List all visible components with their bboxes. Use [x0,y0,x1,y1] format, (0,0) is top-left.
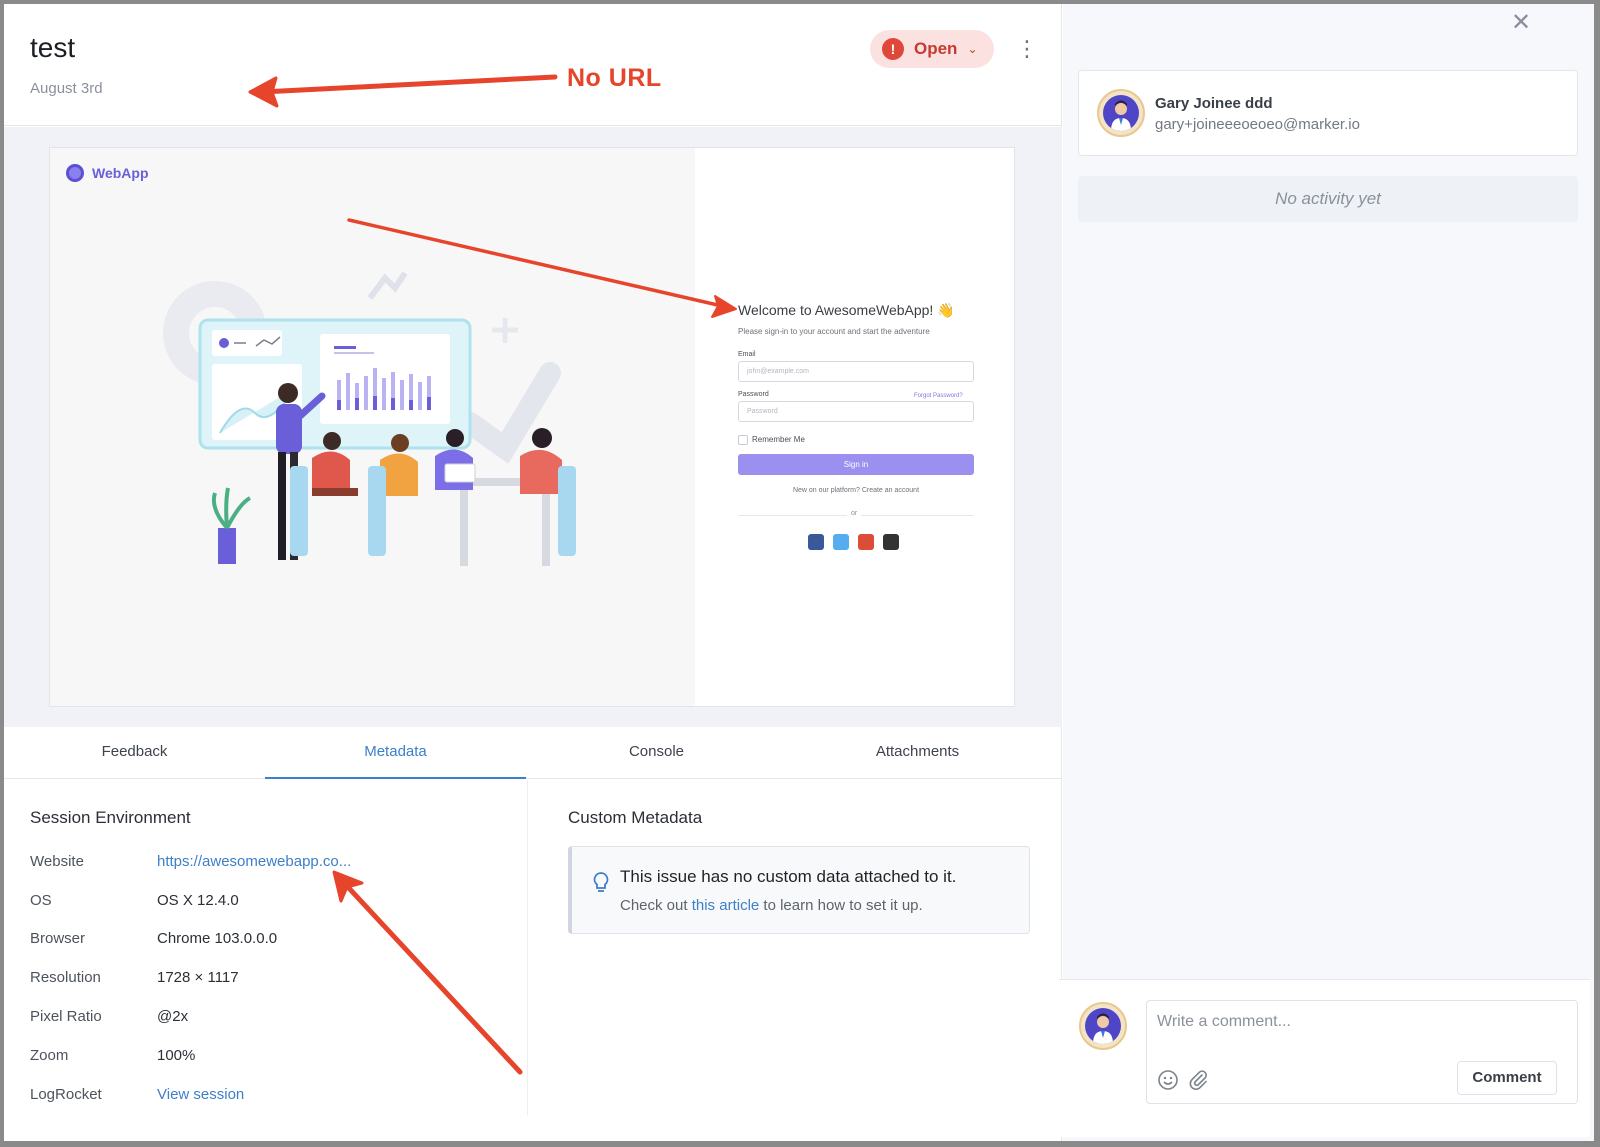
close-icon[interactable]: ✕ [1509,11,1533,36]
issue-header: test August 3rd ! Open ⌄ ⋮ No URL [4,4,1062,126]
meta-key: Zoom [30,1047,69,1064]
screenshot-create-account: New on our platform? Create an account [792,487,920,494]
avatar-image [1085,1008,1121,1044]
tab-console[interactable]: Console [526,727,787,779]
activity-sidebar [1063,4,1594,1141]
help-article-link[interactable]: this article [692,897,760,914]
view-session-link[interactable]: View session [157,1086,244,1103]
custom-metadata-heading: Custom Metadata [568,808,703,827]
screenshot-remember-label: Remember Me [752,435,805,444]
meta-value: 100% [157,1047,196,1064]
screenshot-signin-button: Sign in [738,454,974,475]
comment-input[interactable]: Write a comment... Comment [1146,1000,1578,1104]
reporter-email: gary+joineeeoeoeo@marker.io [1155,116,1360,133]
issue-tabs: Feedback Metadata Console Attachments [4,727,1062,779]
screenshot-or-label: or [847,510,862,517]
screenshot-illustration-panel: WebApp [50,148,695,706]
custom-metadata-message: This issue has no custom data attached t… [620,867,957,886]
meta-row-website: Website https://awesomewebapp.co... [30,853,510,873]
team-illustration [163,271,576,566]
screenshot-mail-icon [858,534,874,550]
screenshot-remember-checkbox [738,435,748,445]
no-activity-message: No activity yet [1078,176,1578,222]
avatar [1097,89,1145,137]
meta-value: Chrome 103.0.0.0 [157,930,278,947]
meta-key: OS [30,892,52,909]
help-prefix: Check out [620,897,692,914]
status-label: Open [914,39,958,58]
metadata-panel: Session Environment Website https://awes… [4,780,1062,1141]
screenshot-welcome-subtitle: Please sign-in to your account and start… [738,327,930,336]
meta-row-os: OS OS X 12.4.0 [30,892,510,912]
session-environment: Session Environment Website https://awes… [30,780,528,1115]
issue-date: August 3rd [30,80,103,97]
tab-feedback[interactable]: Feedback [4,727,265,779]
screenshot-twitter-icon [833,534,849,550]
annotation-label: No URL [567,64,662,92]
comment-button[interactable]: Comment [1457,1061,1557,1095]
meta-key: Browser [30,930,86,947]
emoji-icon[interactable] [1157,1069,1179,1091]
meta-key: Resolution [30,969,101,986]
custom-metadata-help: Check out this article to learn how to s… [620,897,923,914]
meta-row-resolution: Resolution 1728 × 1117 [30,969,510,989]
tab-attachments[interactable]: Attachments [787,727,1048,779]
person-icon [1093,1013,1113,1044]
meta-row-zoom: Zoom 100% [30,1047,510,1067]
screenshot-password-input: Password [738,401,974,422]
meta-row-browser: Browser Chrome 103.0.0.0 [30,930,510,950]
meta-row-logrocket: LogRocket View session [30,1086,510,1106]
lightbulb-icon [593,872,609,892]
reporter-card: Gary Joinee ddd gary+joineeeoeoeo@marker… [1078,70,1578,156]
meta-value: 1728 × 1117 [157,969,239,986]
session-heading: Session Environment [30,808,191,827]
issue-title[interactable]: test [30,32,75,64]
exclamation-icon: ! [882,38,904,60]
status-dropdown[interactable]: ! Open ⌄ [870,30,994,68]
issue-main-panel: test August 3rd ! Open ⌄ ⋮ No URL WebApp [4,4,1062,1141]
screenshot-password-label: Password [738,391,769,398]
help-suffix: to learn how to set it up. [759,897,923,914]
avatar-image [1103,95,1139,131]
paperclip-icon[interactable] [1187,1069,1209,1091]
screenshot-email-input: john@example.com [738,361,974,382]
issue-modal: test August 3rd ! Open ⌄ ⋮ No URL WebApp [4,4,1594,1141]
screenshot-preview[interactable]: WebApp Welcome to AwesomeWebApp! 👋 Pleas… [49,147,1015,707]
chevron-down-icon: ⌄ [967,42,978,56]
custom-metadata-notice: This issue has no custom data attached t… [568,846,1030,934]
screenshot-facebook-icon [808,534,824,550]
comment-placeholder: Write a comment... [1157,1013,1291,1030]
more-options-icon[interactable]: ⋮ [1016,38,1038,62]
meta-key: Pixel Ratio [30,1008,102,1025]
website-link[interactable]: https://awesomewebapp.co... [157,853,351,870]
screenshot-forgot-link: Forgot Password? [914,393,963,399]
avatar [1079,1002,1127,1050]
screenshot-preview-area: WebApp Welcome to AwesomeWebApp! 👋 Pleas… [4,127,1062,727]
screenshot-github-icon [883,534,899,550]
screenshot-welcome-title: Welcome to AwesomeWebApp! 👋 [738,302,955,318]
screenshot-login-panel: Welcome to AwesomeWebApp! 👋 Please sign-… [695,148,1014,706]
person-icon [1111,100,1131,131]
meta-key: LogRocket [30,1086,102,1103]
meta-value: OS X 12.4.0 [157,892,239,909]
meta-key: Website [30,853,84,870]
reporter-name: Gary Joinee ddd [1155,95,1273,112]
screenshot-email-label: Email [738,351,756,358]
tab-metadata[interactable]: Metadata [265,727,526,779]
meta-value: @2x [157,1008,189,1025]
meta-row-pixel-ratio: Pixel Ratio @2x [30,1008,510,1028]
